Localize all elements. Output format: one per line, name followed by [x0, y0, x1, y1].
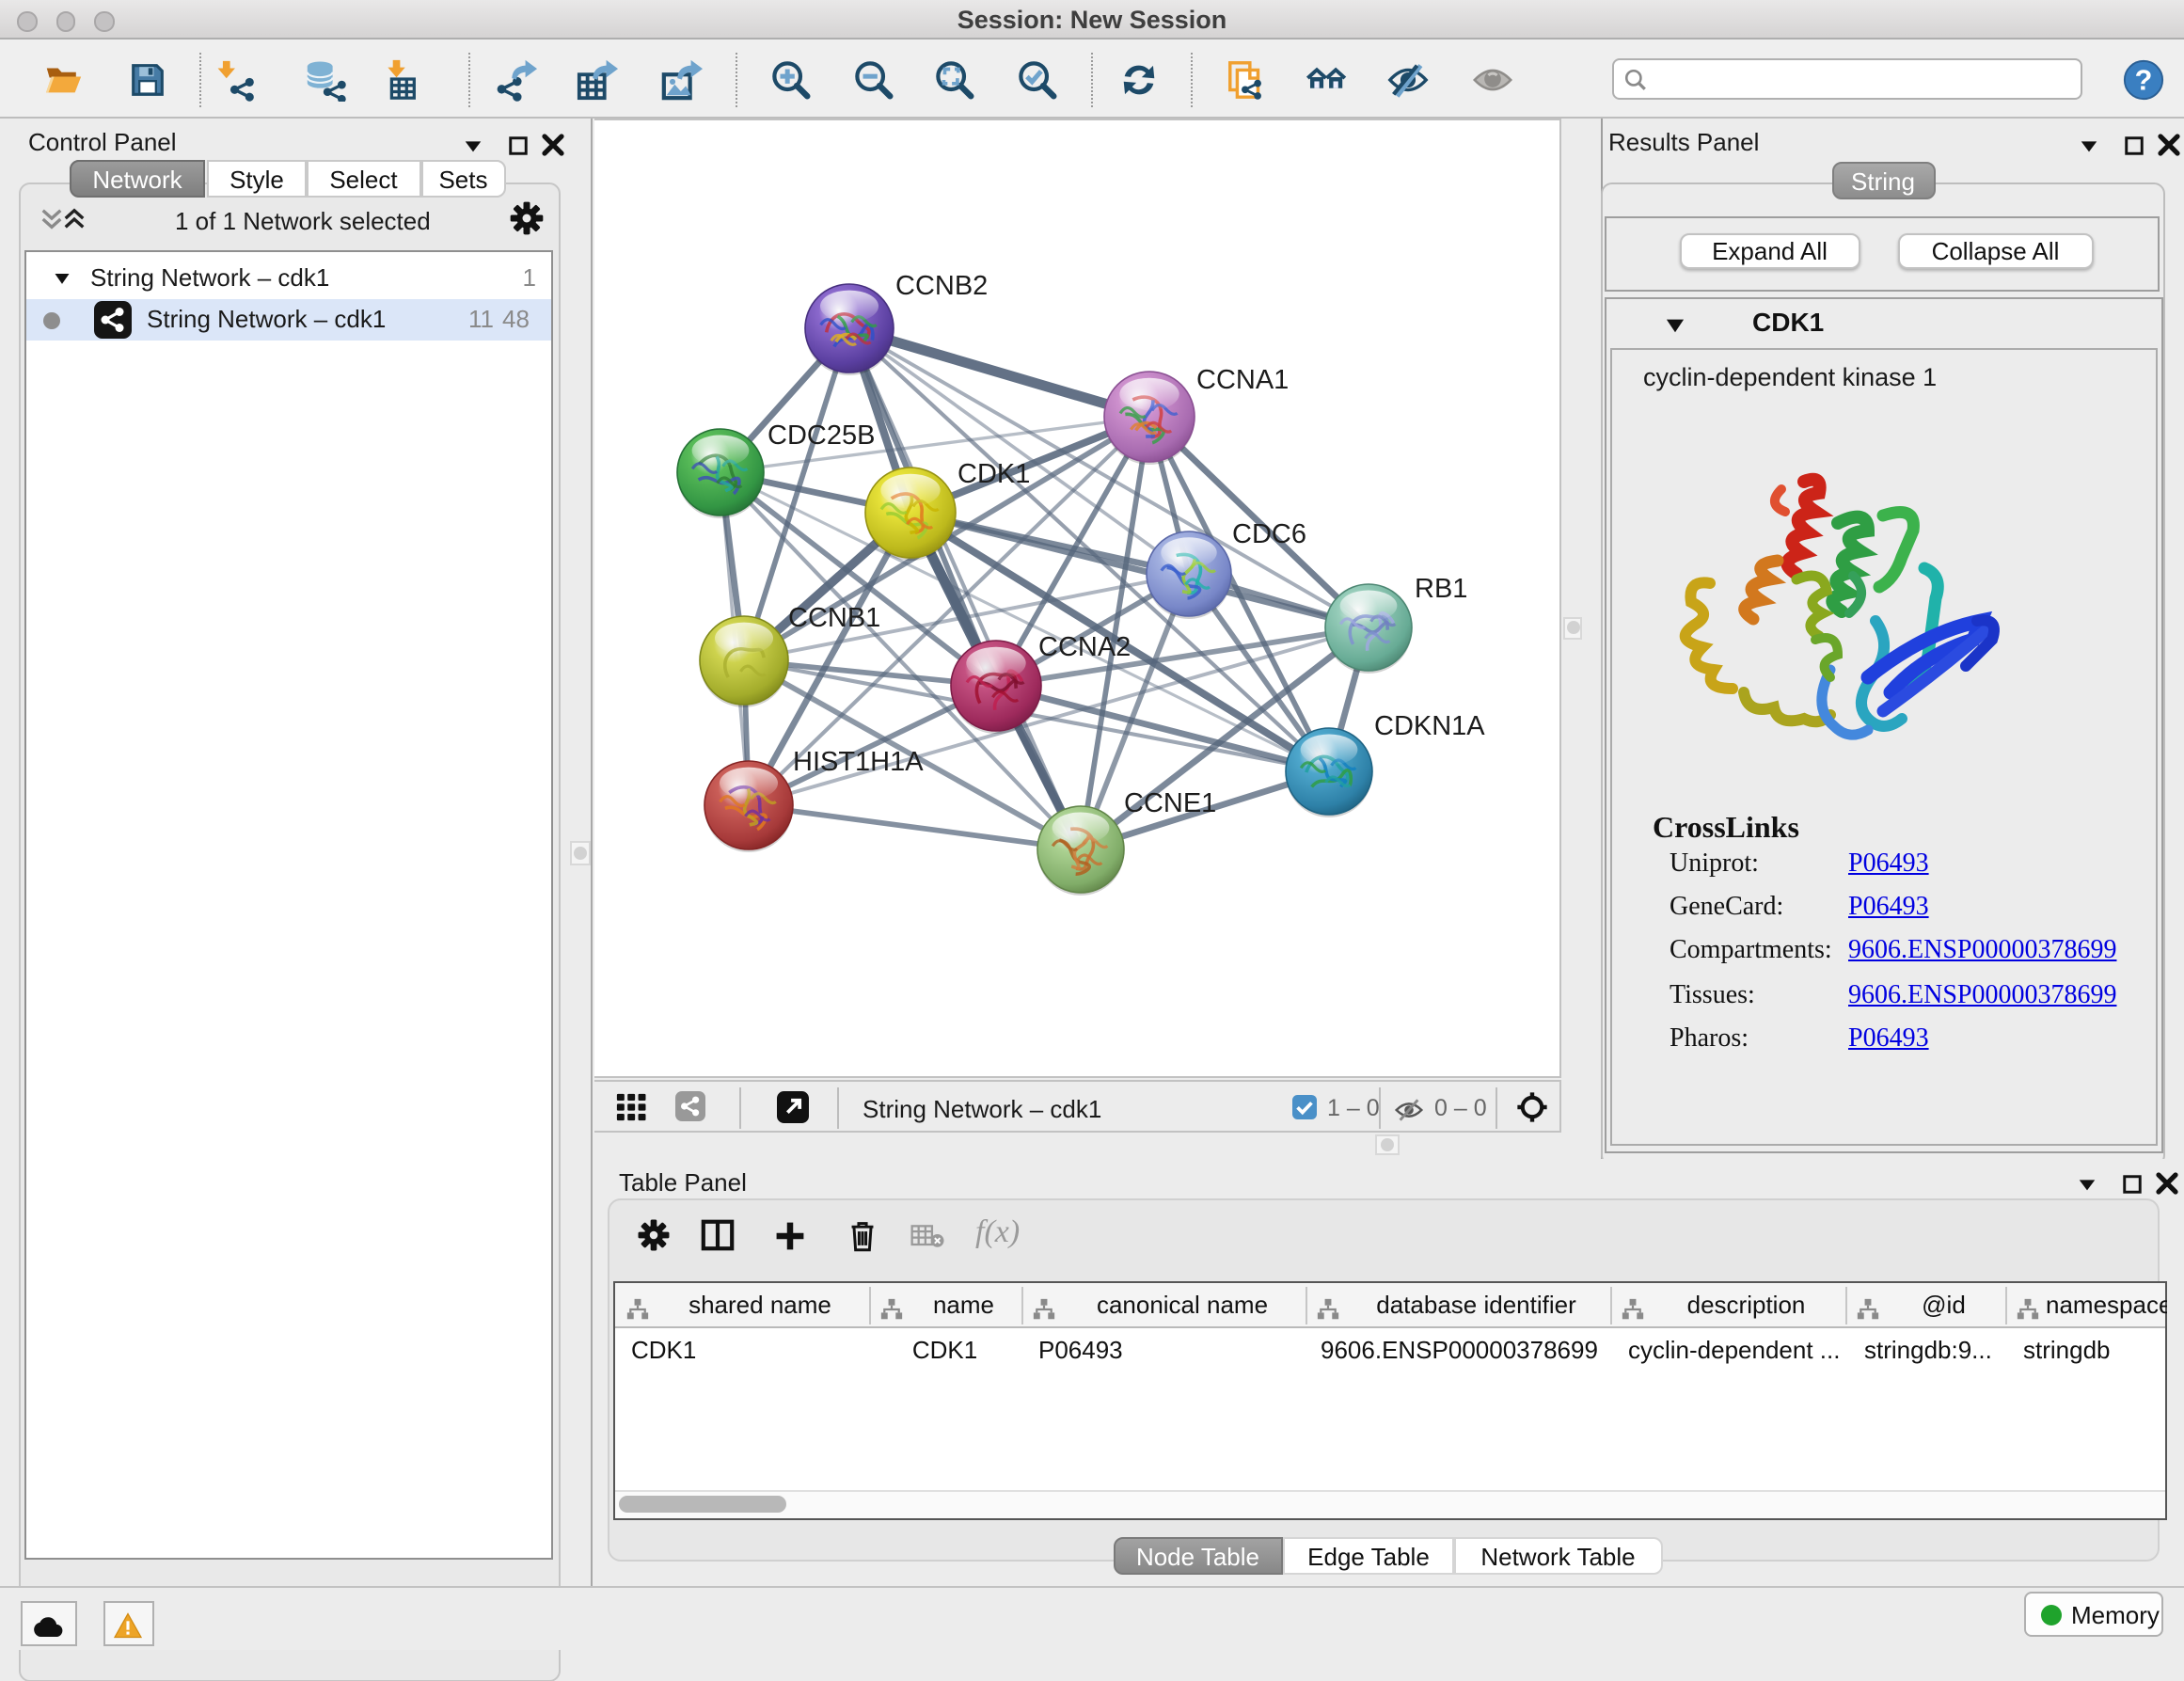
svg-text:CCNA1: CCNA1 [1196, 365, 1289, 395]
svg-text:CDC6: CDC6 [1232, 519, 1306, 549]
svg-text:CDK1: CDK1 [957, 459, 1030, 489]
svg-text:RB1: RB1 [1415, 574, 1467, 604]
svg-text:CDKN1A: CDKN1A [1374, 711, 1485, 741]
svg-text:CCNB1: CCNB1 [788, 603, 880, 633]
svg-text:CCNB2: CCNB2 [895, 271, 988, 301]
svg-text:CDC25B: CDC25B [768, 420, 875, 451]
svg-text:CCNA2: CCNA2 [1038, 632, 1131, 662]
svg-text:CCNE1: CCNE1 [1124, 788, 1216, 818]
svg-text:HIST1H1A: HIST1H1A [793, 747, 924, 777]
